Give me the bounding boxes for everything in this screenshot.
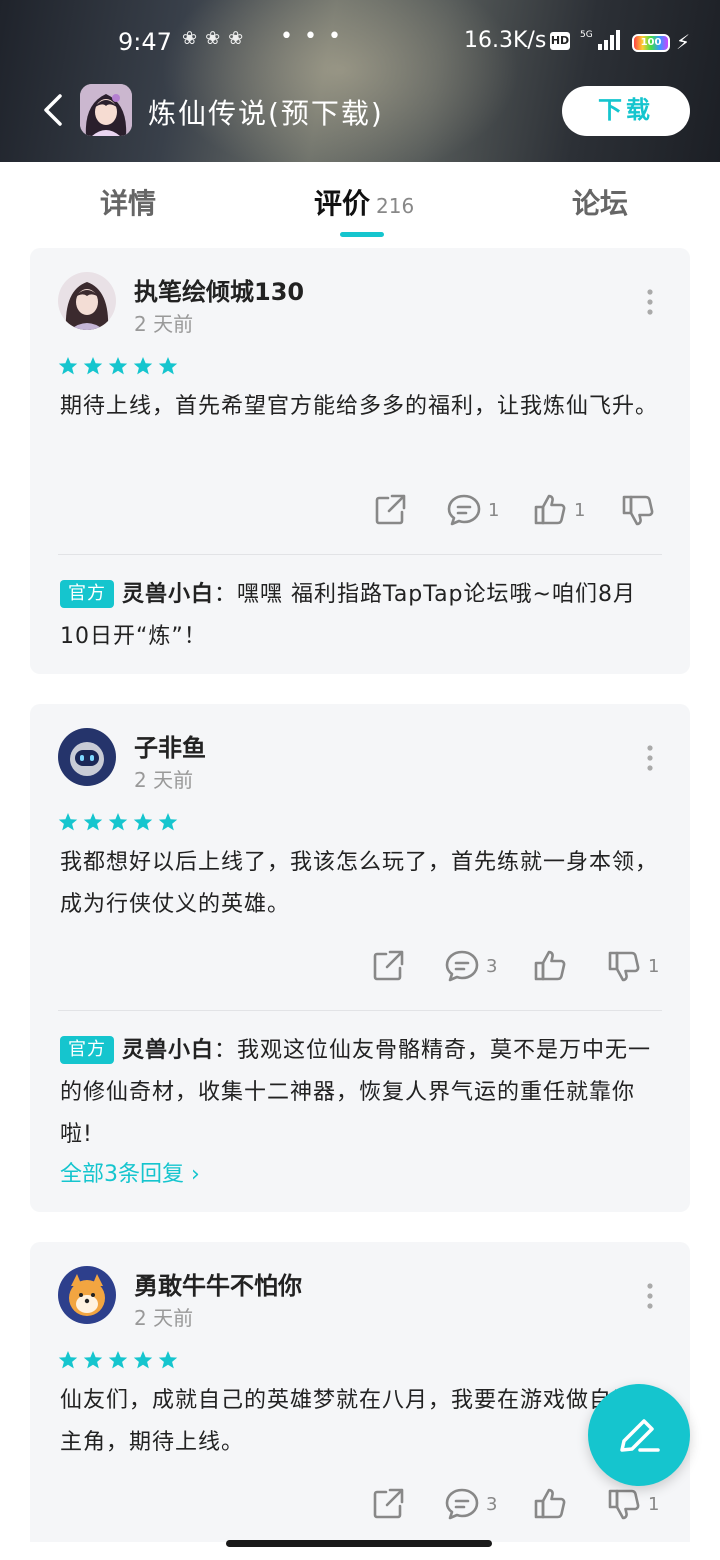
avatar[interactable]	[58, 1266, 116, 1324]
review-count: 216	[376, 194, 415, 218]
rating-stars	[58, 1351, 178, 1369]
share-button[interactable]	[370, 948, 406, 984]
comment-button[interactable]: 1	[446, 492, 499, 528]
title-bar: 炼仙传说(预下载) 下载	[0, 80, 720, 140]
official-reply[interactable]: 官方 灵兽小白：我观这位仙友骨骼精奇，莫不是万中无一的修仙奇材，收集十二神器，恢复…	[60, 1030, 660, 1156]
review-content: 我都想好以后上线了，我该怎么玩了，首先练就一身本领，成为行侠仗义的英雄。	[60, 850, 659, 917]
review-card: 子非鱼 2 天前 我都想好以后上线了，我该怎么玩了，首先练就一身本领，成为行侠仗…	[30, 704, 690, 1212]
dislike-count: 1	[648, 955, 660, 977]
comment-icon	[445, 950, 479, 982]
review-actions: 3 1	[30, 948, 690, 988]
view-all-replies-link[interactable]: 全部3条回复 ›	[60, 1156, 200, 1188]
download-button[interactable]: 下载	[562, 86, 690, 136]
more-vertical-icon[interactable]	[644, 288, 656, 316]
review-content: 仙友们，成就自己的英雄梦就在八月，我要在游戏做自己的主角，期待上线。	[60, 1388, 659, 1455]
comment-button[interactable]: 3	[444, 948, 497, 984]
thumbs-up-icon	[534, 1488, 566, 1519]
review-time: 2 天前	[134, 312, 194, 336]
share-icon	[375, 494, 406, 525]
comment-icon	[447, 494, 481, 526]
dislike-button[interactable]	[620, 492, 662, 528]
dislike-count: 1	[648, 1493, 660, 1515]
like-button[interactable]: 1	[532, 492, 585, 528]
review-username[interactable]: 勇敢牛牛不怕你	[134, 1266, 302, 1301]
thumbs-down-icon	[608, 1489, 640, 1520]
status-time: 9:47	[118, 28, 172, 56]
thumbs-down-icon	[608, 951, 640, 982]
review-list[interactable]: 执笔绘倾城130 2 天前 期待上线，首先希望官方能给多多的福利，让我炼仙飞升。…	[0, 242, 720, 1542]
status-more: • • •	[280, 24, 343, 49]
review-time: 2 天前	[134, 768, 194, 792]
status-bar: 9:47 ❀❀❀ • • • 16.3K/s HD 5G 100 ⚡	[0, 24, 720, 60]
reply-author: 灵兽小白	[122, 582, 215, 607]
official-reply[interactable]: 官方 灵兽小白：嘿嘿 福利指路TapTap论坛哦~咱们8月10日开“炼”！	[60, 574, 660, 658]
divider	[58, 554, 662, 555]
thumbs-up-icon	[534, 950, 566, 981]
tab-review-label: 评价	[314, 187, 371, 220]
share-icon	[373, 950, 404, 981]
pen-icon	[620, 1419, 660, 1452]
thumbs-down-icon	[622, 495, 654, 526]
dislike-button[interactable]: 1	[606, 948, 659, 984]
comment-count: 3	[486, 955, 498, 977]
rating-stars	[58, 357, 178, 375]
network-speed: 16.3K/s	[464, 28, 547, 53]
avatar[interactable]	[58, 728, 116, 786]
rating-stars	[58, 813, 178, 831]
review-username[interactable]: 子非鱼	[134, 728, 206, 763]
avatar[interactable]	[58, 272, 116, 330]
back-arrow-icon[interactable]	[40, 90, 70, 130]
like-count: 1	[574, 499, 586, 521]
comment-count: 1	[488, 499, 500, 521]
thumbs-up-icon	[534, 494, 566, 525]
share-button[interactable]	[372, 492, 408, 528]
review-actions: 1 1	[30, 492, 690, 532]
share-icon	[373, 1488, 404, 1519]
review-card: 勇敢牛牛不怕你 2 天前 仙友们，成就自己的英雄梦就在八月，我要在游戏做自己的主…	[30, 1242, 690, 1542]
more-vertical-icon[interactable]	[644, 1282, 656, 1310]
network-type: 5G	[580, 30, 593, 40]
review-username[interactable]: 执笔绘倾城130	[134, 272, 304, 307]
review-time: 2 天前	[134, 1306, 194, 1330]
more-vertical-icon[interactable]	[644, 744, 656, 772]
share-button[interactable]	[370, 1486, 406, 1522]
tab-detail[interactable]: 详情	[100, 182, 156, 222]
battery-icon: 100	[632, 34, 670, 52]
reply-author: 灵兽小白	[122, 1038, 215, 1063]
tab-forum[interactable]: 论坛	[572, 182, 628, 222]
official-badge: 官方	[60, 580, 114, 608]
reply-separator: ：	[214, 1038, 238, 1063]
tab-indicator	[340, 232, 384, 237]
review-actions: 3 1	[30, 1486, 690, 1526]
signal-icon: 5G	[580, 30, 620, 50]
hd-icon: HD	[550, 32, 570, 50]
like-button[interactable]	[532, 948, 574, 984]
review-card: 执笔绘倾城130 2 天前 期待上线，首先希望官方能给多多的福利，让我炼仙飞升。…	[30, 248, 690, 674]
dislike-button[interactable]: 1	[606, 1486, 659, 1522]
like-button[interactable]	[532, 1486, 574, 1522]
home-indicator[interactable]	[226, 1540, 492, 1547]
write-review-button[interactable]	[588, 1384, 690, 1486]
comment-icon	[445, 1488, 479, 1520]
reply-separator: ：	[214, 582, 238, 607]
app-header: 9:47 ❀❀❀ • • • 16.3K/s HD 5G 100 ⚡ 炼仙传说(…	[0, 0, 720, 162]
notification-icons: ❀❀❀	[182, 28, 252, 49]
charging-icon: ⚡	[676, 30, 691, 54]
divider	[58, 1010, 662, 1011]
tab-review[interactable]: 评价 216	[314, 182, 414, 222]
official-badge: 官方	[60, 1036, 114, 1064]
app-title: 炼仙传说(预下载)	[148, 97, 384, 130]
app-icon[interactable]	[80, 84, 132, 136]
comment-count: 3	[486, 1493, 498, 1515]
comment-button[interactable]: 3	[444, 1486, 497, 1522]
tab-bar: 详情 评价 216 论坛	[0, 162, 720, 242]
review-content: 期待上线，首先希望官方能给多多的福利，让我炼仙飞升。	[60, 394, 659, 419]
